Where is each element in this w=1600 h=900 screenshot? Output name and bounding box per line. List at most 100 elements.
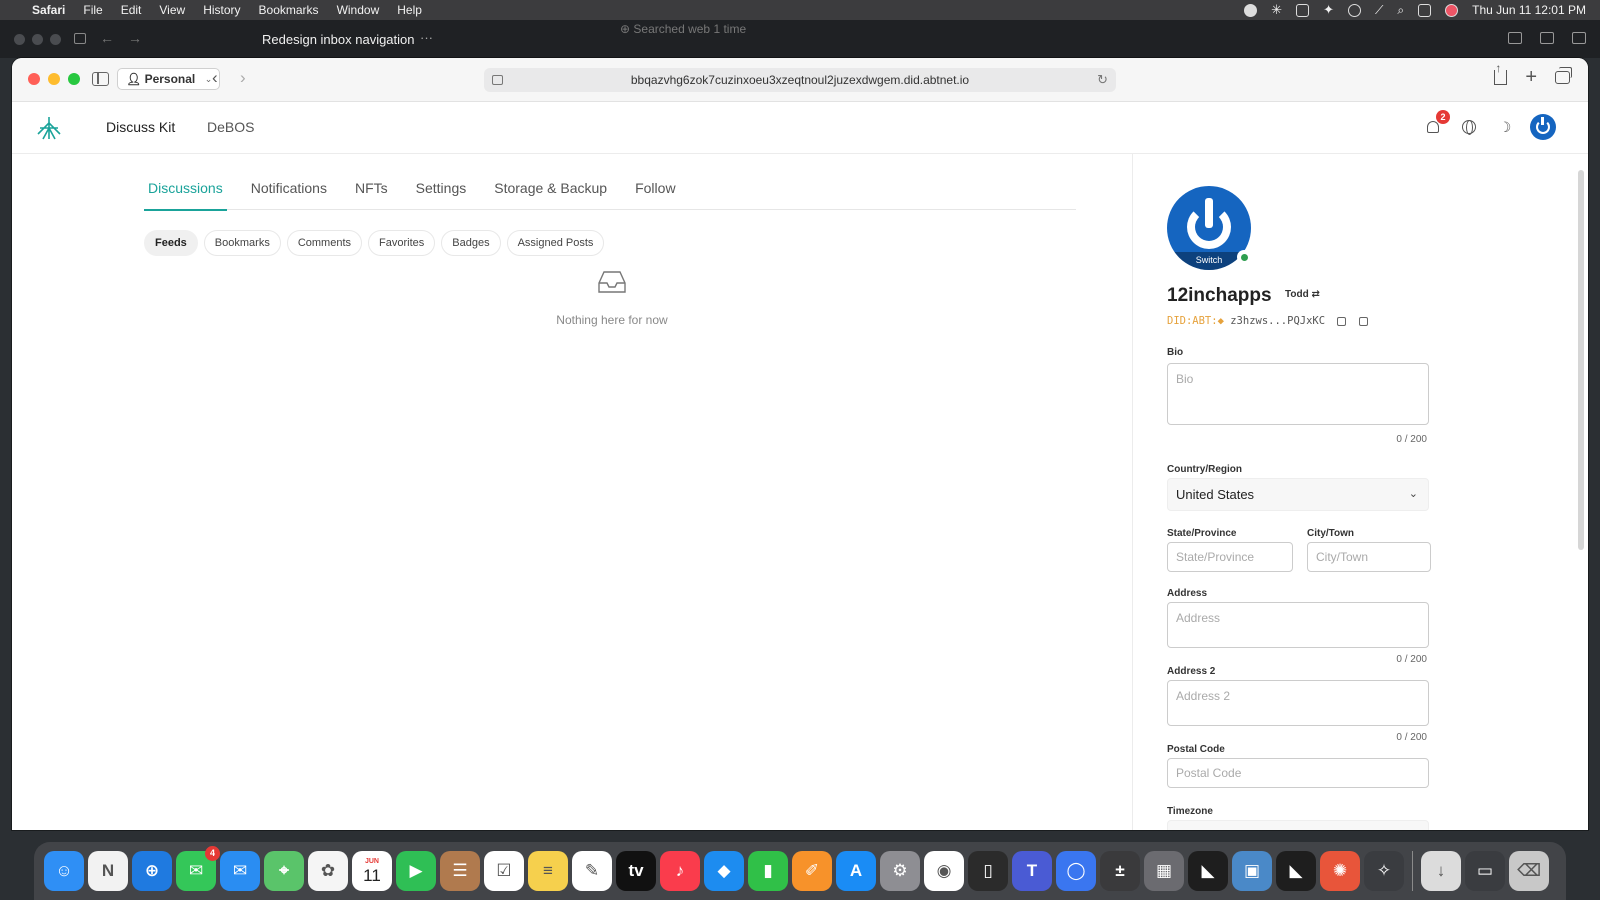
dock-reminders-icon[interactable]: ☑ bbox=[484, 851, 524, 891]
background-panel-icon[interactable] bbox=[1540, 32, 1554, 44]
page-scrollbar[interactable] bbox=[1578, 170, 1584, 550]
country-select[interactable]: United States ⌄ bbox=[1167, 478, 1429, 511]
tab-discussions[interactable]: Discussions bbox=[144, 174, 227, 211]
tab-nfts[interactable]: NFTs bbox=[351, 174, 392, 210]
menubar-clock[interactable]: Thu Jun 11 12:01 PM bbox=[1472, 3, 1586, 17]
dock-tv-icon[interactable]: tv bbox=[616, 851, 656, 891]
discuss-kit-logo-icon[interactable] bbox=[34, 114, 64, 142]
background-window-icon[interactable] bbox=[1572, 32, 1586, 44]
tab-storage-backup[interactable]: Storage & Backup bbox=[490, 174, 611, 210]
menu-app-name[interactable]: Safari bbox=[32, 3, 65, 17]
sparkle-status-icon[interactable]: ✳ bbox=[1271, 2, 1282, 18]
dock-preview-icon[interactable]: ▣ bbox=[1232, 851, 1272, 891]
dock-system-settings-icon[interactable]: ⚙ bbox=[880, 851, 920, 891]
address-textarea[interactable]: Address bbox=[1167, 602, 1429, 648]
share-icon[interactable] bbox=[1494, 61, 1508, 85]
dock-safari-icon[interactable]: ⊕ bbox=[132, 851, 172, 891]
cube-status-icon[interactable] bbox=[1296, 3, 1310, 17]
sidebar-toggle-icon[interactable] bbox=[92, 72, 109, 86]
tab-notifications[interactable]: Notifications bbox=[247, 174, 331, 210]
user-tag-button[interactable]: Todd ⇄ bbox=[1285, 289, 1320, 300]
menu-bookmarks[interactable]: Bookmarks bbox=[259, 3, 319, 17]
menu-view[interactable]: View bbox=[159, 3, 185, 17]
chip-feeds[interactable]: Feeds bbox=[144, 230, 198, 256]
status-app-icon[interactable] bbox=[1244, 3, 1258, 17]
theme-toggle-button[interactable]: ☽ bbox=[1494, 116, 1516, 138]
dock-maps-icon[interactable]: ⌖ bbox=[264, 851, 304, 891]
tab-overview-icon[interactable] bbox=[1555, 66, 1572, 84]
page-menu-icon[interactable] bbox=[492, 75, 503, 85]
dock-facetime-icon[interactable]: ▶ bbox=[396, 851, 436, 891]
address2-textarea[interactable]: Address 2 bbox=[1167, 680, 1429, 726]
chip-comments[interactable]: Comments bbox=[286, 230, 363, 256]
dock-mail-icon[interactable]: ✉ bbox=[220, 851, 260, 891]
dock-calendar-icon[interactable]: JUN 11 bbox=[352, 851, 392, 891]
copy-icon[interactable] bbox=[1337, 316, 1347, 326]
dock-app-store-icon[interactable]: A bbox=[836, 851, 876, 891]
city-input[interactable]: City/Town bbox=[1307, 542, 1431, 572]
dock-news-icon[interactable]: N bbox=[88, 851, 128, 891]
language-button[interactable] bbox=[1458, 116, 1480, 138]
qr-code-icon[interactable] bbox=[1358, 316, 1368, 326]
user-avatar-button[interactable] bbox=[1530, 114, 1556, 140]
dock-keynote-icon[interactable]: ◆ bbox=[704, 851, 744, 891]
background-nav-arrows-icon[interactable]: ←→ bbox=[100, 30, 156, 46]
forward-button[interactable]: › bbox=[240, 68, 246, 88]
dock-notes-icon[interactable]: ≡ bbox=[528, 851, 568, 891]
dock-trash-icon[interactable]: ⌫ bbox=[1509, 851, 1549, 891]
search-icon[interactable]: ⌕ bbox=[1397, 3, 1404, 18]
state-input[interactable]: State/Province bbox=[1167, 542, 1293, 572]
profile-selector[interactable]: 👤︎ Personal ⌄ bbox=[117, 68, 221, 90]
minimize-window-button[interactable] bbox=[48, 73, 60, 85]
reload-icon[interactable]: ↻ bbox=[1097, 68, 1108, 92]
dock-iphone-mirroring-icon[interactable]: ▯ bbox=[968, 851, 1008, 891]
chip-assigned-posts[interactable]: Assigned Posts bbox=[506, 230, 605, 256]
dock-music-icon[interactable]: ♪ bbox=[660, 851, 700, 891]
background-window-title[interactable]: Redesign inbox navigation bbox=[262, 32, 415, 47]
dock-downloads-icon[interactable]: ↓ bbox=[1421, 851, 1461, 891]
dock-freeform-icon[interactable]: ✎ bbox=[572, 851, 612, 891]
dock-calculator-icon[interactable]: ± bbox=[1100, 851, 1140, 891]
new-tab-icon[interactable]: + bbox=[1525, 67, 1537, 87]
notifications-button[interactable]: 2 bbox=[1422, 110, 1450, 138]
dock-screenshot-icon[interactable]: ▭ bbox=[1465, 851, 1505, 891]
chip-bookmarks[interactable]: Bookmarks bbox=[203, 230, 281, 256]
dock-finder-icon[interactable]: ☺ bbox=[44, 851, 84, 891]
star-status-icon[interactable]: ✦ bbox=[1323, 2, 1334, 18]
menu-file[interactable]: File bbox=[83, 3, 102, 17]
dock-chrome-icon[interactable]: ◉ bbox=[924, 851, 964, 891]
menu-window[interactable]: Window bbox=[337, 3, 380, 17]
dock-cursor-2-icon[interactable]: ◣ bbox=[1276, 851, 1316, 891]
dock-contacts-icon[interactable]: ☰ bbox=[440, 851, 480, 891]
dock-cursor-icon[interactable]: ◣ bbox=[1188, 851, 1228, 891]
user-status-icon[interactable] bbox=[1348, 3, 1361, 17]
site-name[interactable]: Discuss Kit bbox=[106, 119, 175, 135]
siri-icon[interactable] bbox=[1445, 3, 1459, 17]
menu-edit[interactable]: Edit bbox=[121, 3, 142, 17]
wifi-off-icon[interactable]: ⟋ bbox=[1375, 3, 1383, 18]
background-more-icon[interactable]: ··· bbox=[420, 30, 433, 45]
background-toolbar-icon[interactable] bbox=[1508, 32, 1522, 44]
tab-settings[interactable]: Settings bbox=[412, 174, 471, 210]
menu-help[interactable]: Help bbox=[397, 3, 422, 17]
dock-numbers-icon[interactable]: ▮ bbox=[748, 851, 788, 891]
dock-arcblock-icon[interactable]: ✧ bbox=[1364, 851, 1404, 891]
dock-launchpad-icon[interactable]: ▦ bbox=[1144, 851, 1184, 891]
dock-teams-icon[interactable]: T bbox=[1012, 851, 1052, 891]
background-sidebar-icon[interactable] bbox=[74, 33, 86, 44]
zoom-window-button[interactable] bbox=[68, 73, 80, 85]
dock-pages-icon[interactable]: ✐ bbox=[792, 851, 832, 891]
timezone-select[interactable]: ⌄ bbox=[1167, 820, 1429, 830]
background-window-controls[interactable] bbox=[14, 34, 61, 45]
dock-claude-icon[interactable]: ✺ bbox=[1320, 851, 1360, 891]
chip-favorites[interactable]: Favorites bbox=[368, 230, 436, 256]
chip-badges[interactable]: Badges bbox=[441, 230, 501, 256]
tab-follow[interactable]: Follow bbox=[631, 174, 679, 210]
postal-input[interactable]: Postal Code bbox=[1167, 758, 1429, 788]
menu-history[interactable]: History bbox=[203, 3, 240, 17]
control-center-icon[interactable] bbox=[1418, 3, 1432, 17]
close-window-button[interactable] bbox=[28, 73, 40, 85]
bio-textarea[interactable]: Bio bbox=[1167, 363, 1429, 425]
dock-signal-icon[interactable]: ◯ bbox=[1056, 851, 1096, 891]
debos-link[interactable]: DeBOS bbox=[207, 119, 254, 135]
